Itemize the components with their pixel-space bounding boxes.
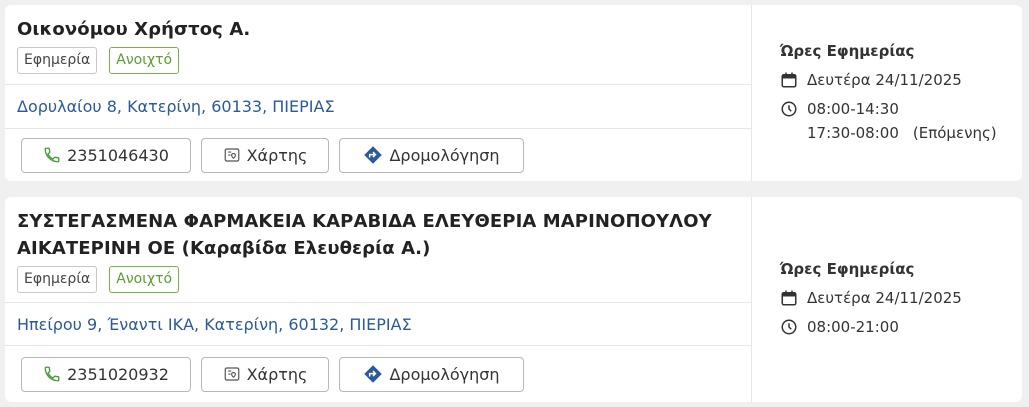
address-row: Δορυλαίου 8, Κατερίνη, 60133, ΠΙΕΡΙΑΣ [5, 84, 751, 129]
duty-badge: Εφημερία [17, 266, 98, 293]
open-badge: Ανοιχτό [109, 47, 180, 74]
route-icon [363, 145, 383, 165]
badges: Εφημερία Ανοιχτό [17, 47, 751, 74]
map-button[interactable]: Χάρτης [201, 137, 329, 173]
hours-1: 08:00-14:30 [807, 100, 899, 118]
hours-2: 17:30-08:00 [807, 124, 899, 142]
map-label: Χάρτης [246, 364, 308, 384]
route-button[interactable]: Δρομολόγηση [339, 356, 524, 392]
badges: Εφημερία Ανοιχτό [17, 266, 751, 293]
address-link[interactable]: Ηπείρου 9, Έναντι ΙΚΑ, Κατερίνη, 60132, … [17, 315, 412, 334]
clock-icon [780, 318, 798, 336]
duty-badge: Εφημερία [17, 47, 98, 74]
pharmacy-card: ΣΥΣΤΕΓΑΣΜΕΝΑ ΦΑΡΜΑΚΕΙΑ ΚΑΡΑΒΙΔΑ ΕΛΕΥΘΕΡΙ… [5, 197, 1022, 402]
route-button[interactable]: Δρομολόγηση [339, 137, 524, 173]
phone-button[interactable]: 2351020932 [21, 356, 191, 392]
map-button[interactable]: Χάρτης [201, 356, 329, 392]
hours-2-wrap: 17:30-08:00 (Επόμενης) [807, 124, 997, 142]
pharmacy-name: Οικονόμου Χρήστος Α. [17, 19, 251, 40]
pharmacy-main: ΣΥΣΤΕΓΑΣΜΕΝΑ ΦΑΡΜΑΚΕΙΑ ΚΑΡΑΒΙΔΑ ΕΛΕΥΘΕΡΙ… [5, 197, 752, 402]
map-label: Χάρτης [246, 145, 308, 165]
phone-icon [43, 146, 61, 164]
pharmacy-main: Οικονόμου Χρήστος Α. Εφημερία Ανοιχτό Δο… [5, 5, 752, 181]
hours-1: 08:00-21:00 [807, 318, 899, 336]
next-day-note: (Επόμενης) [912, 124, 997, 142]
calendar-icon [780, 71, 798, 89]
address-link[interactable]: Δορυλαίου 8, Κατερίνη, 60133, ΠΙΕΡΙΑΣ [17, 97, 335, 116]
duty-hours-panel: Ώρες Εφημερίας Δευτέρα 24/11/2025 08:00-… [752, 5, 1022, 181]
action-buttons: 2351046430 Χάρτης Δρομολόγηση [5, 129, 751, 181]
pharmacy-header: ΣΥΣΤΕΓΑΣΜΕΝΑ ΦΑΡΜΑΚΕΙΑ ΚΑΡΑΒΙΔΑ ΕΛΕΥΘΕΡΙ… [5, 197, 751, 302]
phone-icon [43, 365, 61, 383]
duty-date: Δευτέρα 24/11/2025 [807, 289, 962, 307]
map-icon [223, 365, 241, 383]
phone-number: 2351046430 [67, 145, 169, 165]
hours-title: Ώρες Εφημερίας [780, 260, 915, 278]
route-icon [363, 364, 383, 384]
phone-number: 2351020932 [67, 364, 169, 384]
hours-title: Ώρες Εφημερίας [780, 42, 915, 60]
calendar-icon [780, 289, 798, 307]
duty-hours-panel: Ώρες Εφημερίας Δευτέρα 24/11/2025 08:00-… [752, 197, 1022, 402]
route-label: Δρομολόγηση [389, 364, 500, 384]
pharmacy-name: ΣΥΣΤΕΓΑΣΜΕΝΑ ΦΑΡΜΑΚΕΙΑ ΚΑΡΑΒΙΔΑ ΕΛΕΥΘΕΡΙ… [17, 211, 712, 259]
pharmacy-card: Οικονόμου Χρήστος Α. Εφημερία Ανοιχτό Δο… [5, 5, 1022, 181]
open-badge: Ανοιχτό [109, 266, 180, 293]
address-row: Ηπείρου 9, Έναντι ΙΚΑ, Κατερίνη, 60132, … [5, 302, 751, 346]
duty-date: Δευτέρα 24/11/2025 [807, 71, 962, 89]
phone-button[interactable]: 2351046430 [21, 137, 191, 173]
action-buttons: 2351020932 Χάρτης Δρομολόγηση [5, 346, 751, 402]
clock-icon [780, 100, 798, 118]
map-icon [223, 146, 241, 164]
pharmacy-header: Οικονόμου Χρήστος Α. Εφημερία Ανοιχτό [5, 5, 751, 84]
route-label: Δρομολόγηση [389, 145, 500, 165]
